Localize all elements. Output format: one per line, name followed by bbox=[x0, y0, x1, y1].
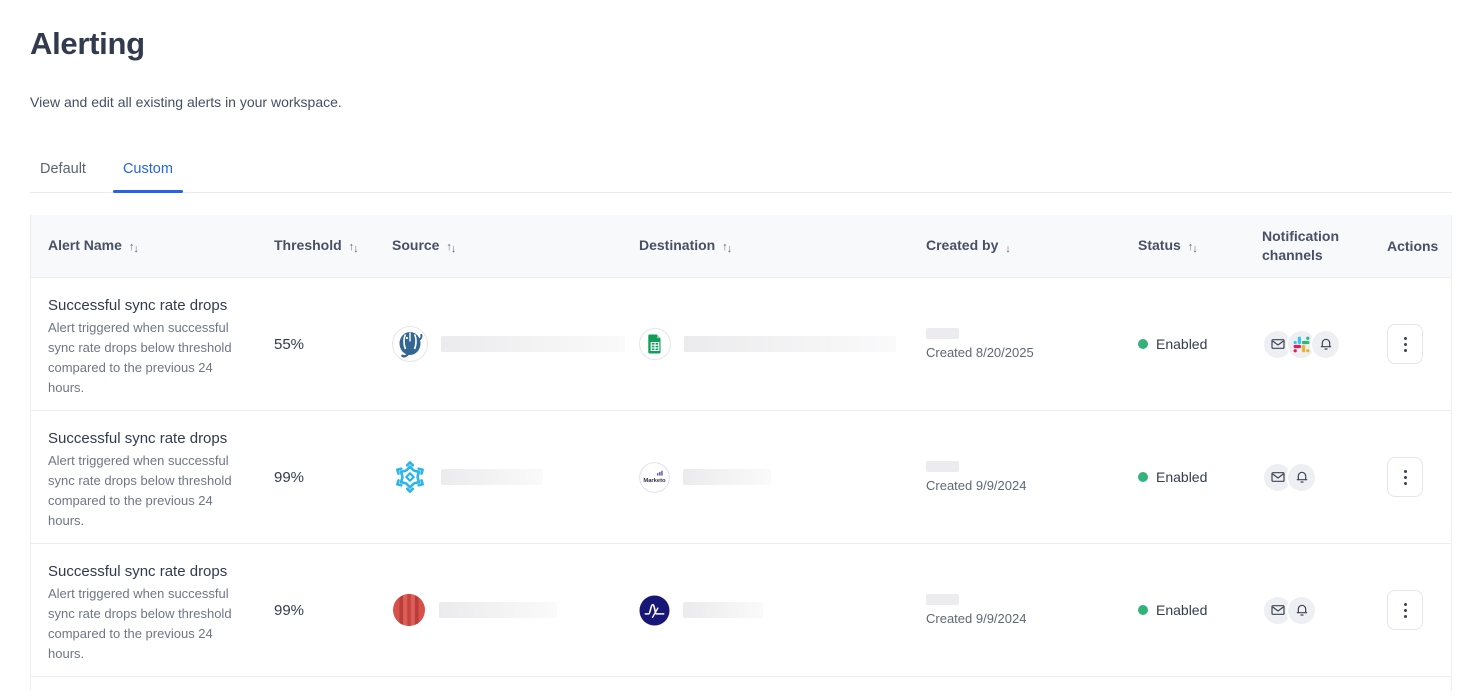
header-status[interactable]: Status ↑↓ bbox=[1138, 236, 1262, 257]
snowflake-icon bbox=[392, 459, 428, 495]
alerting-page: Alerting View and edit all existing aler… bbox=[0, 26, 1482, 691]
tab-default[interactable]: Default bbox=[30, 161, 96, 192]
header-alert-name[interactable]: Alert Name ↑↓ bbox=[48, 236, 274, 257]
created-by-redacted bbox=[926, 328, 959, 339]
status-dot bbox=[1138, 339, 1148, 349]
alert-name: Successful sync rate drops bbox=[48, 563, 260, 580]
page-title: Alerting bbox=[30, 26, 1452, 62]
destination-name-redacted bbox=[683, 602, 763, 618]
table-header-row: Alert Name ↑↓ Threshold ↑↓ Source ↑↓ Des… bbox=[31, 215, 1451, 277]
tab-bar: Default Custom bbox=[30, 161, 1452, 193]
sort-icon: ↑↓ bbox=[722, 241, 731, 253]
notification-channels bbox=[1262, 595, 1387, 626]
header-notification-channels: Notification channels bbox=[1262, 227, 1387, 265]
header-destination[interactable]: Destination ↑↓ bbox=[639, 236, 926, 257]
alert-name: Successful sync rate drops bbox=[48, 430, 260, 447]
source-name-redacted bbox=[439, 602, 557, 618]
row-actions-button[interactable] bbox=[1387, 457, 1423, 497]
header-created-by[interactable]: Created by ↓ bbox=[926, 236, 1138, 257]
alerts-table: Alert Name ↑↓ Threshold ↑↓ Source ↑↓ Des… bbox=[30, 215, 1452, 691]
status-label: Enabled bbox=[1156, 469, 1207, 485]
next-row-partial bbox=[31, 676, 1451, 691]
bell-channel-icon bbox=[1286, 595, 1317, 626]
alert-name: Successful sync rate drops bbox=[48, 297, 260, 314]
status-dot bbox=[1138, 605, 1148, 615]
table-row: Successful sync rate drops Alert trigger… bbox=[31, 543, 1451, 676]
sort-icon: ↑↓ bbox=[129, 241, 138, 253]
alert-description: Alert triggered when successful sync rat… bbox=[48, 318, 240, 398]
amplitude-icon bbox=[639, 595, 670, 626]
tab-custom[interactable]: Custom bbox=[113, 161, 183, 192]
row-actions-button[interactable] bbox=[1387, 324, 1423, 364]
status-label: Enabled bbox=[1156, 602, 1207, 618]
header-threshold[interactable]: Threshold ↑↓ bbox=[274, 236, 392, 257]
source-name-redacted bbox=[441, 336, 625, 352]
threshold-value: 99% bbox=[274, 602, 392, 619]
sort-icon: ↑↓ bbox=[1188, 241, 1197, 253]
destination-name-redacted bbox=[684, 336, 896, 352]
threshold-value: 99% bbox=[274, 469, 392, 486]
created-date: Created 8/20/2025 bbox=[926, 345, 1124, 360]
red-database-icon bbox=[392, 593, 426, 627]
bell-channel-icon bbox=[1310, 329, 1341, 360]
created-by-redacted bbox=[926, 461, 959, 472]
threshold-value: 55% bbox=[274, 336, 392, 353]
notification-channels bbox=[1262, 462, 1387, 493]
status-dot bbox=[1138, 472, 1148, 482]
page-subtitle: View and edit all existing alerts in you… bbox=[30, 94, 1452, 110]
row-actions-button[interactable] bbox=[1387, 590, 1423, 630]
postgresql-icon bbox=[392, 326, 428, 362]
created-date: Created 9/9/2024 bbox=[926, 611, 1124, 626]
alert-description: Alert triggered when successful sync rat… bbox=[48, 451, 240, 531]
table-row: Successful sync rate drops Alert trigger… bbox=[31, 277, 1451, 410]
sort-icon: ↑↓ bbox=[349, 241, 358, 253]
sort-down-icon: ↓ bbox=[1005, 241, 1010, 253]
header-actions: Actions bbox=[1387, 237, 1451, 256]
svg-text:Marketo: Marketo bbox=[643, 477, 666, 483]
header-source[interactable]: Source ↑↓ bbox=[392, 236, 639, 257]
table-row: Successful sync rate drops Alert trigger… bbox=[31, 410, 1451, 543]
google-sheets-icon bbox=[639, 328, 671, 360]
notification-channels bbox=[1262, 329, 1387, 360]
marketo-icon: Marketo bbox=[639, 462, 670, 493]
status-label: Enabled bbox=[1156, 336, 1207, 352]
created-by-redacted bbox=[926, 594, 959, 605]
destination-name-redacted bbox=[683, 469, 771, 485]
source-name-redacted bbox=[441, 469, 543, 485]
created-date: Created 9/9/2024 bbox=[926, 478, 1124, 493]
bell-channel-icon bbox=[1286, 462, 1317, 493]
alert-description: Alert triggered when successful sync rat… bbox=[48, 584, 240, 664]
sort-icon: ↑↓ bbox=[446, 241, 455, 253]
